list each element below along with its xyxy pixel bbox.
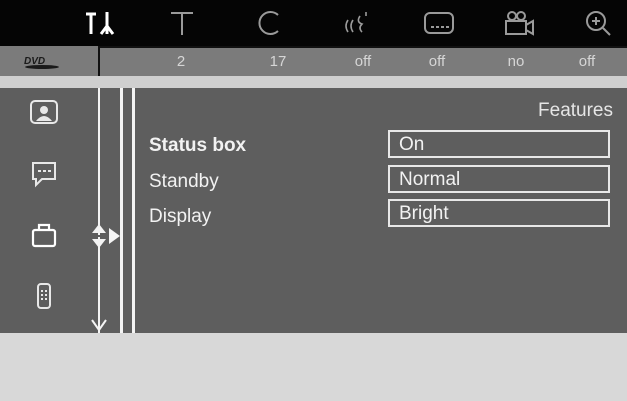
text-icon[interactable] [158,6,206,40]
language-icon[interactable] [28,158,60,190]
nav-line-mid [120,88,123,333]
divider-strip [0,76,627,88]
dvd-logo-icon: DVD [24,56,59,69]
standby-label[interactable]: Standby [149,171,219,193]
display-label[interactable]: Display [149,206,211,228]
subtitle-icon[interactable] [415,6,463,40]
status-subtitle: off [428,53,446,70]
status-title: 2 [176,53,186,70]
standby-value[interactable]: Normal [388,165,610,193]
status-angle: no [507,53,525,70]
status-zoom: off [578,53,596,70]
repeat-icon[interactable] [246,6,294,40]
page-title: Features [538,100,613,121]
top-menu-bar [0,0,627,46]
display-value[interactable]: Bright [388,199,610,227]
status-chapter: 17 [269,53,287,70]
features-panel: Features Status box On Standby Normal Di… [0,88,627,333]
status-box-label[interactable]: Status box [149,135,246,157]
nav-line-right [132,88,135,333]
picture-icon[interactable] [28,96,60,128]
features-icon[interactable] [28,219,60,251]
status-box-value[interactable]: On [388,130,610,158]
settings-icon[interactable] [77,6,125,40]
remote-icon[interactable] [28,280,60,312]
status-separator [98,46,100,76]
camera-angle-icon[interactable] [495,6,543,40]
navigate-arrows-icon [92,224,120,248]
nav-line-left [98,88,100,333]
status-audio: off [354,53,372,70]
scroll-down-arrow-icon[interactable] [89,316,109,333]
zoom-icon[interactable] [574,6,622,40]
audio-icon[interactable] [334,6,382,40]
status-top-line [98,46,627,48]
status-bar: DVD 2 17 off off no off [0,46,627,76]
